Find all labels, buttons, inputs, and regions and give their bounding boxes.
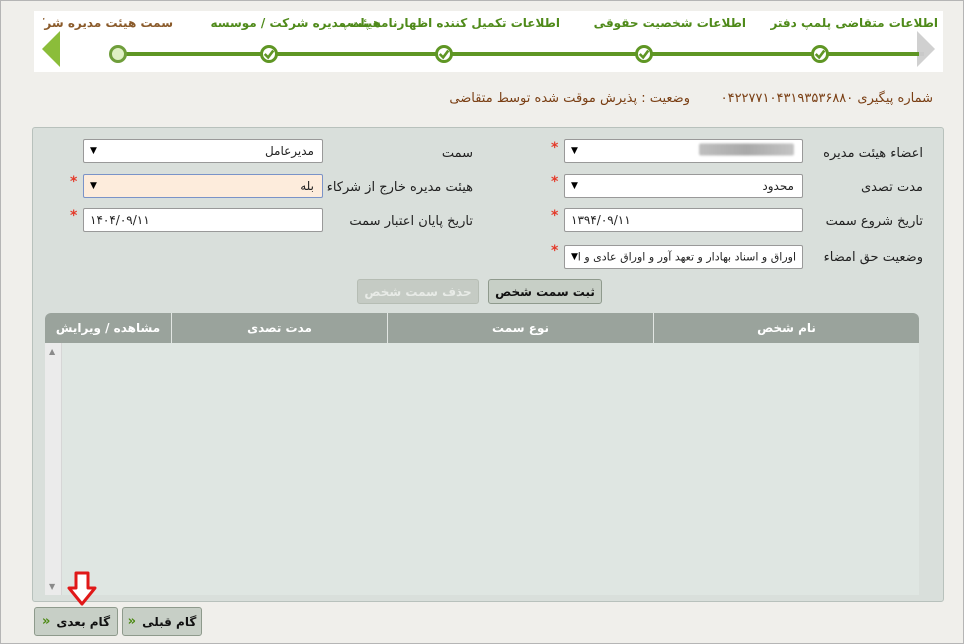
term-select[interactable]: ▼ محدود	[564, 174, 803, 198]
double-chevron-left-icon: «	[127, 614, 137, 629]
end-date-value: ۱۴۰۴/۰۹/۱۱	[90, 213, 150, 227]
wizard-next-arrow-icon[interactable]	[917, 31, 935, 67]
wizard-step-5-label[interactable]: سمت هیئت مدیره شرکت مو	[43, 16, 173, 30]
required-marker: *	[551, 174, 559, 190]
outside-partners-value: بله	[300, 179, 314, 193]
board-member-select[interactable]: ▼	[564, 139, 803, 163]
wizard-step-1-label[interactable]: اطلاعات متقاضی پلمپ دفتر	[770, 16, 938, 30]
double-chevron-left-icon: «	[41, 614, 51, 629]
wizard-step-3-check-icon[interactable]	[435, 45, 453, 63]
term-label: مدت تصدی	[860, 180, 923, 195]
wizard-step-2-label[interactable]: اطلاعات شخصیت حقوقی	[594, 16, 746, 30]
required-marker: *	[551, 140, 559, 156]
start-date-label: تاریخ شروع سمت	[825, 214, 923, 229]
previous-step-label: گام قبلی	[142, 614, 197, 629]
required-marker: *	[551, 243, 559, 259]
required-marker: *	[70, 208, 78, 224]
start-date-input[interactable]: ۱۳۹۴/۰۹/۱۱	[564, 208, 803, 232]
request-status: وضعیت : پذیرش موقت شده توسط متقاضی	[449, 91, 690, 106]
column-header-term[interactable]: مدت تصدی	[171, 313, 387, 343]
board-member-value-redacted	[699, 143, 794, 159]
table-scrollbar[interactable]: ▲ ▼	[45, 343, 62, 595]
delete-position-button[interactable]: حذف سمت شخص	[357, 279, 479, 304]
next-step-button[interactable]: گام بعدی «	[34, 607, 118, 636]
wizard-step-4-label[interactable]: هیئت مدیره شرکت / موسسه	[210, 16, 381, 30]
position-value: مدیرعامل	[264, 144, 314, 158]
wizard-step-5-current-dot-icon[interactable]	[109, 45, 127, 63]
wizard-prev-arrow-icon[interactable]	[42, 31, 60, 67]
position-label: سمت	[441, 146, 473, 161]
down-arrow-annotation-icon	[67, 571, 97, 606]
position-select[interactable]: ▼ مدیرعامل	[83, 139, 323, 163]
required-marker: *	[551, 208, 559, 224]
register-position-button[interactable]: ثبت سمت شخص	[488, 279, 602, 304]
chevron-down-icon: ▼	[90, 181, 97, 191]
chevron-down-icon: ▼	[571, 181, 578, 191]
positions-table: نام شخص نوع سمت مدت تصدی مشاهده / ویرایش…	[45, 313, 919, 595]
wizard-step-2-check-icon[interactable]	[635, 45, 653, 63]
wizard-track-progress	[124, 52, 919, 56]
scroll-up-icon[interactable]: ▲	[49, 347, 55, 356]
signature-status-select[interactable]: ▼ اوراق و اسناد بهادار و تعهد آور و اورا…	[564, 245, 803, 269]
wizard-progress: اطلاعات متقاضی پلمپ دفتر اطلاعات شخصیت ح…	[34, 11, 943, 72]
signature-status-label: وضعیت حق امضاء	[823, 250, 923, 265]
column-header-view-edit[interactable]: مشاهده / ویرایش	[45, 313, 171, 343]
board-member-label: اعضاء هیئت مدیره	[823, 146, 923, 161]
chevron-down-icon: ▼	[90, 146, 97, 156]
column-header-person-name[interactable]: نام شخص	[653, 313, 919, 343]
term-value: محدود	[762, 179, 794, 193]
signature-status-value: اوراق و اسناد بهادار و تعهد آور و اوراق …	[577, 250, 796, 264]
chevron-down-icon: ▼	[571, 146, 578, 156]
next-step-label: گام بعدی	[56, 614, 111, 629]
required-marker: *	[70, 174, 78, 190]
tracking-number: شماره پیگیری ۰۴۲۲۷۷۱۰۴۳۱۹۳۵۳۶۸۸۰	[720, 91, 933, 106]
column-header-position-type[interactable]: نوع سمت	[387, 313, 653, 343]
outside-partners-label: هیئت مدیره خارج از شرکاء	[326, 180, 473, 195]
end-date-input[interactable]: ۱۴۰۴/۰۹/۱۱	[83, 208, 323, 232]
form-panel: اعضاء هیئت مدیره * ▼ سمت ▼ مدیرعامل مدت …	[32, 127, 944, 602]
scroll-down-icon[interactable]: ▼	[49, 582, 55, 591]
start-date-value: ۱۳۹۴/۰۹/۱۱	[571, 213, 631, 227]
wizard-step-1-check-icon[interactable]	[811, 45, 829, 63]
outside-partners-select[interactable]: ▼ بله	[83, 174, 323, 198]
end-date-label: تاریخ پایان اعتبار سمت	[349, 214, 473, 229]
previous-step-button[interactable]: گام قبلی «	[122, 607, 202, 636]
wizard-step-4-check-icon[interactable]	[260, 45, 278, 63]
page-frame: اطلاعات متقاضی پلمپ دفتر اطلاعات شخصیت ح…	[0, 0, 964, 644]
table-header: نام شخص نوع سمت مدت تصدی مشاهده / ویرایش	[45, 313, 919, 343]
